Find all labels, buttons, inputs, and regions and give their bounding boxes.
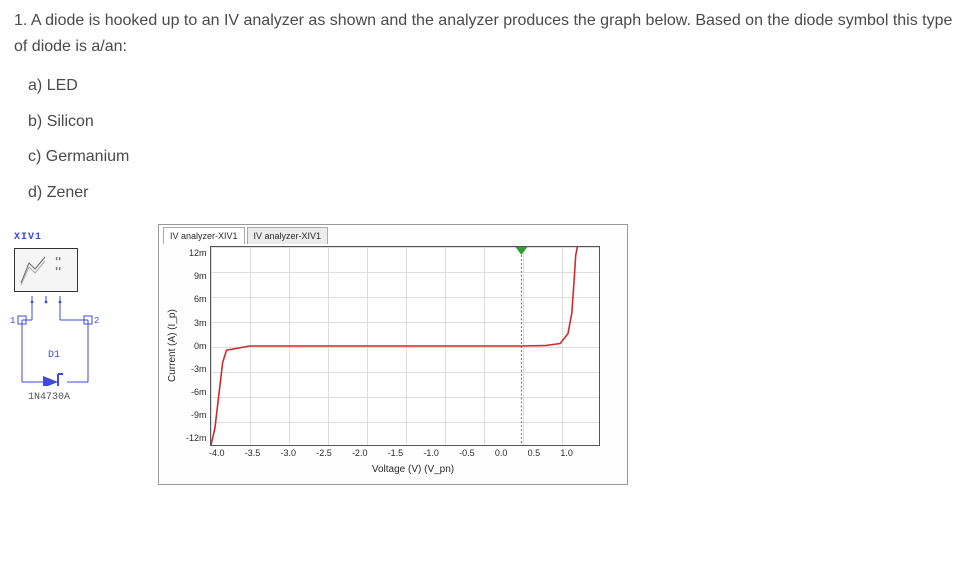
iv-curve (211, 247, 577, 445)
ytick: -3m (191, 362, 207, 376)
option-text: LED (47, 77, 78, 94)
xtick: -1.5 (388, 446, 404, 460)
xtick: -2.5 (316, 446, 332, 460)
ytick: -6m (191, 385, 207, 399)
tab-iv-analyzer-2[interactable]: IV analyzer-XIV1 (247, 227, 329, 244)
ytick: -9m (191, 408, 207, 422)
option-c: c) Germanium (28, 144, 957, 170)
cursor-marker-icon (515, 247, 527, 255)
component-ref: D1 (48, 348, 60, 364)
xtick: -2.0 (352, 446, 368, 460)
ytick: 3m (194, 316, 207, 330)
option-letter: a) (28, 77, 42, 94)
chart-tabs: IV analyzer-XIV1 IV analyzer-XIV1 (163, 227, 623, 244)
schematic-wires: 1 2 D1 1N4730A (14, 296, 96, 380)
option-b: b) Silicon (28, 109, 957, 135)
ytick: 12m (189, 246, 207, 260)
ytick: 9m (194, 269, 207, 283)
option-letter: d) (28, 184, 42, 201)
option-text: Zener (47, 184, 89, 201)
answer-options: a) LED b) Silicon c) Germanium d) Zener (14, 73, 957, 205)
tab-iv-analyzer-1[interactable]: IV analyzer-XIV1 (163, 227, 245, 244)
pin-2-label: 2 (94, 314, 99, 328)
option-text: Silicon (47, 113, 94, 130)
y-axis-ticks: 12m 9m 6m 3m 0m -3m -6m -9m -12m (183, 246, 210, 446)
x-axis-label: Voltage (V) (V_pn) (163, 462, 623, 478)
option-letter: b) (28, 113, 42, 130)
option-a: a) LED (28, 73, 957, 99)
question-number: 1. (14, 12, 27, 29)
xtick: -4.0 (209, 446, 225, 460)
ytick: 6m (194, 292, 207, 306)
xtick: -1.0 (423, 446, 439, 460)
iv-chart-panel: IV analyzer-XIV1 IV analyzer-XIV1 Curren… (158, 224, 628, 486)
ytick: -12m (186, 431, 207, 445)
xtick: 0.5 (528, 446, 541, 460)
plot-area: Current (A) (I_p) 12m 9m 6m 3m 0m -3m -6… (163, 246, 623, 446)
y-axis-label: Current (A) (I_p) (163, 246, 183, 446)
question-body: A diode is hooked up to an IV analyzer a… (14, 12, 952, 55)
ytick: 0m (194, 339, 207, 353)
x-axis-ticks: -4.0 -3.5 -3.0 -2.5 -2.0 -1.5 -1.0 -0.5 … (163, 446, 573, 460)
option-d: d) Zener (28, 180, 957, 206)
xtick: -0.5 (459, 446, 475, 460)
xtick: -3.0 (280, 446, 296, 460)
option-letter: c) (28, 148, 41, 165)
question-stem: 1. A diode is hooked up to an IV analyze… (14, 8, 957, 59)
xtick: -3.5 (245, 446, 261, 460)
circuit-schematic: XIV1 (14, 224, 122, 380)
part-number: 1N4730A (28, 390, 70, 406)
iv-curve-plot (210, 246, 600, 446)
xtick: 1.0 (560, 446, 573, 460)
xtick: 0.0 (495, 446, 508, 460)
iv-analyzer-icon (14, 248, 78, 292)
instrument-ref: XIV1 (14, 230, 122, 246)
pin-1-label: 1 (10, 314, 15, 328)
option-text: Germanium (46, 148, 130, 165)
figure-area: XIV1 (14, 224, 957, 486)
